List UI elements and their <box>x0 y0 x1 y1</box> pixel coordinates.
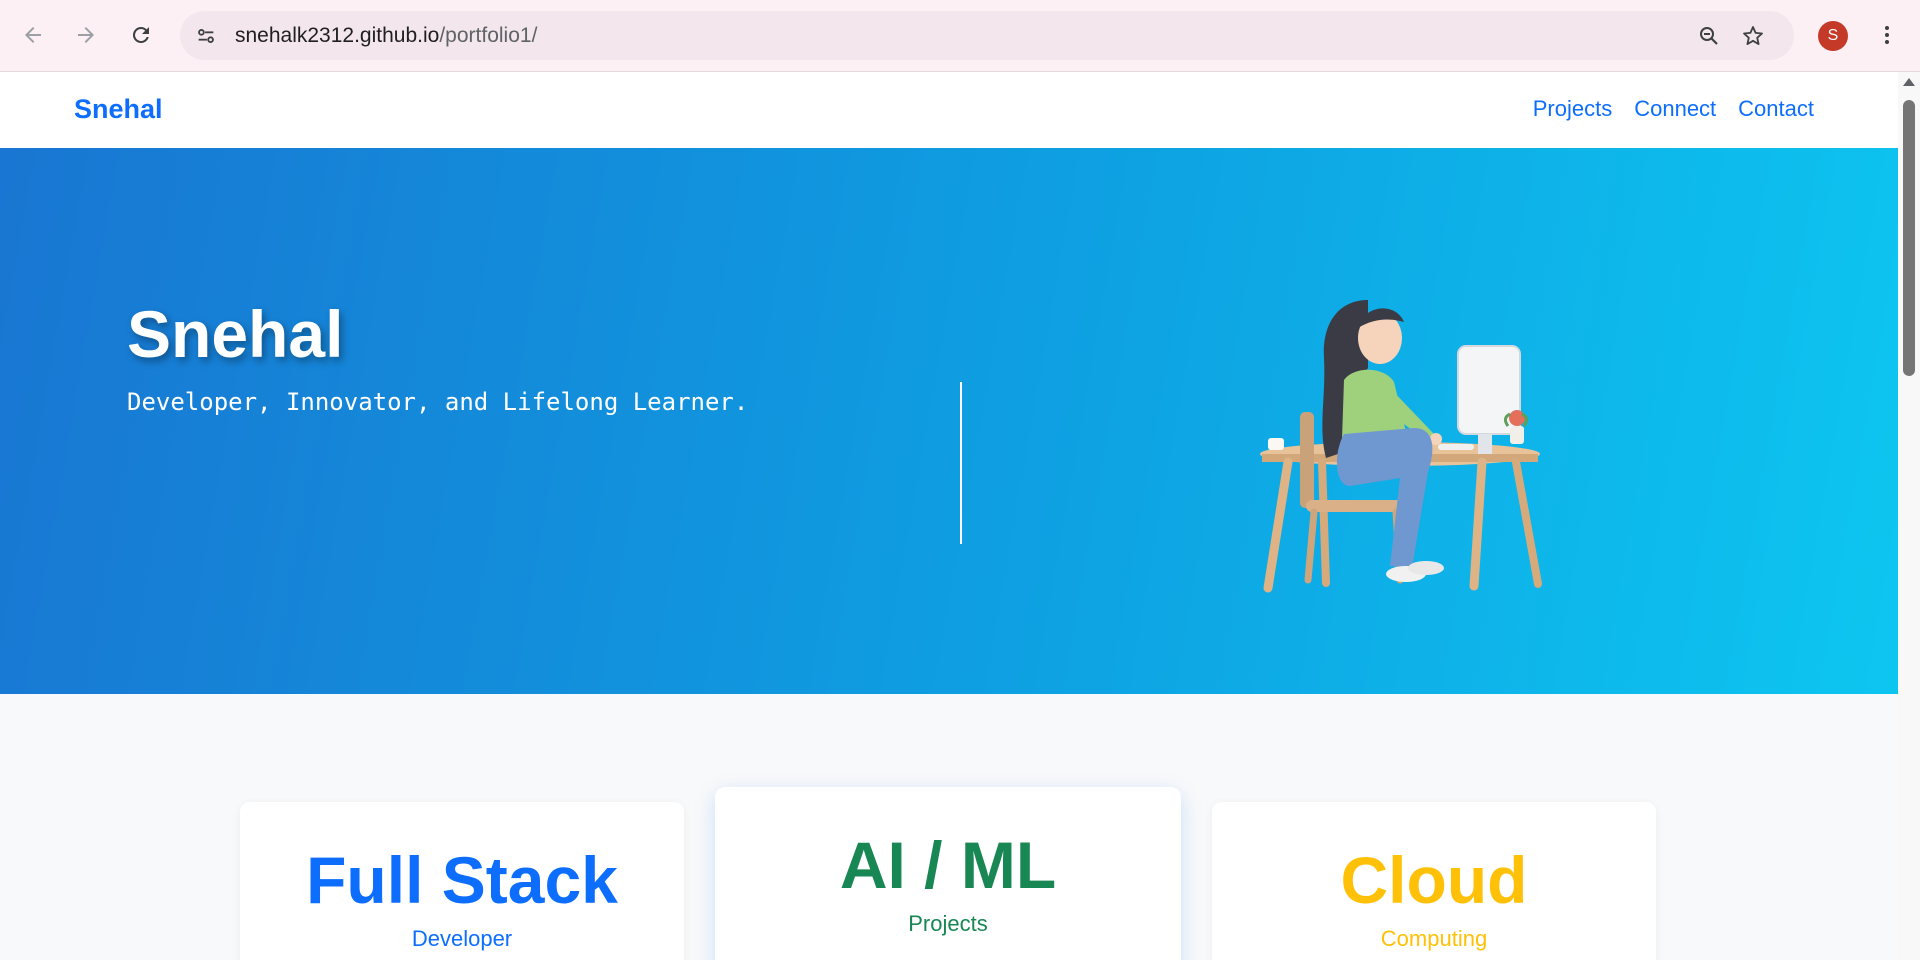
back-icon <box>25 27 41 43</box>
jeans <box>1336 428 1433 568</box>
zoom-icon[interactable] <box>1694 21 1724 51</box>
nav-link-contact[interactable]: Contact <box>1738 96 1814 122</box>
url-host: snehalk2312.github.io <box>235 24 440 47</box>
table-leg <box>1263 457 1293 593</box>
hero-section: Snehal Developer, Innovator, and Lifelon… <box>0 148 1898 694</box>
coffee-cup <box>1268 438 1284 450</box>
hero-tagline: Developer, Innovator, and Lifelong Learn… <box>127 388 749 416</box>
table-leg <box>1469 457 1487 591</box>
profile-avatar[interactable]: S <box>1818 21 1848 51</box>
chair-leg <box>1304 508 1318 584</box>
back-button[interactable] <box>13 15 53 55</box>
table-leg <box>1512 458 1542 588</box>
card-subtitle: Projects <box>908 911 988 936</box>
url-text[interactable]: snehalk2312.github.io/portfolio1/ <box>235 23 537 48</box>
browser-toolbar: snehalk2312.github.io/portfolio1/ S <box>0 0 1920 72</box>
forward-icon <box>78 27 94 43</box>
card-subtitle: Computing <box>1380 926 1488 951</box>
card-title: Full Stack <box>306 843 618 917</box>
stat-card-ai-ml: AI / ML Projects <box>715 787 1181 960</box>
card-title: AI / ML <box>839 828 1057 902</box>
stat-card-full-stack: Full Stack Developer <box>240 802 684 960</box>
more-vert-icon <box>1885 26 1889 44</box>
shoe <box>1408 561 1444 575</box>
reload-icon <box>132 26 149 43</box>
reload-button[interactable] <box>121 15 161 55</box>
page-scrollbar[interactable] <box>1898 72 1920 960</box>
monitor-stand <box>1478 434 1492 454</box>
stat-card-cloud: Cloud Computing <box>1212 802 1656 960</box>
page-content: Snehal Projects Connect Contact Snehal D… <box>0 72 1898 960</box>
keyboard <box>1438 444 1474 450</box>
site-navbar: Snehal Projects Connect Contact <box>0 72 1898 148</box>
plant-pot <box>1510 426 1524 444</box>
card-subtitle: Developer <box>411 926 513 951</box>
developer-illustration <box>1260 300 1542 593</box>
table-leg <box>1318 458 1330 587</box>
scroll-up-icon[interactable] <box>1903 78 1915 86</box>
nav-link-connect[interactable]: Connect <box>1634 96 1716 122</box>
hero-title: Snehal <box>127 297 344 371</box>
flower <box>1509 410 1525 426</box>
forward-button[interactable] <box>66 15 106 55</box>
card-title: Cloud <box>1340 843 1528 917</box>
scrollbar-thumb[interactable] <box>1903 100 1915 376</box>
url-path: /portfolio1/ <box>439 24 538 47</box>
chair-seat <box>1306 500 1406 512</box>
navbar-brand[interactable]: Snehal <box>74 94 163 125</box>
chair-back <box>1300 412 1314 508</box>
more-menu-button[interactable] <box>1867 15 1907 55</box>
bookmark-star-icon[interactable] <box>1738 21 1768 51</box>
site-settings-icon[interactable] <box>192 22 220 50</box>
nav-link-projects[interactable]: Projects <box>1533 96 1612 122</box>
nav-links: Projects Connect Contact <box>1533 96 1814 122</box>
address-bar[interactable]: snehalk2312.github.io/portfolio1/ <box>180 11 1794 60</box>
hero-divider <box>960 382 962 544</box>
